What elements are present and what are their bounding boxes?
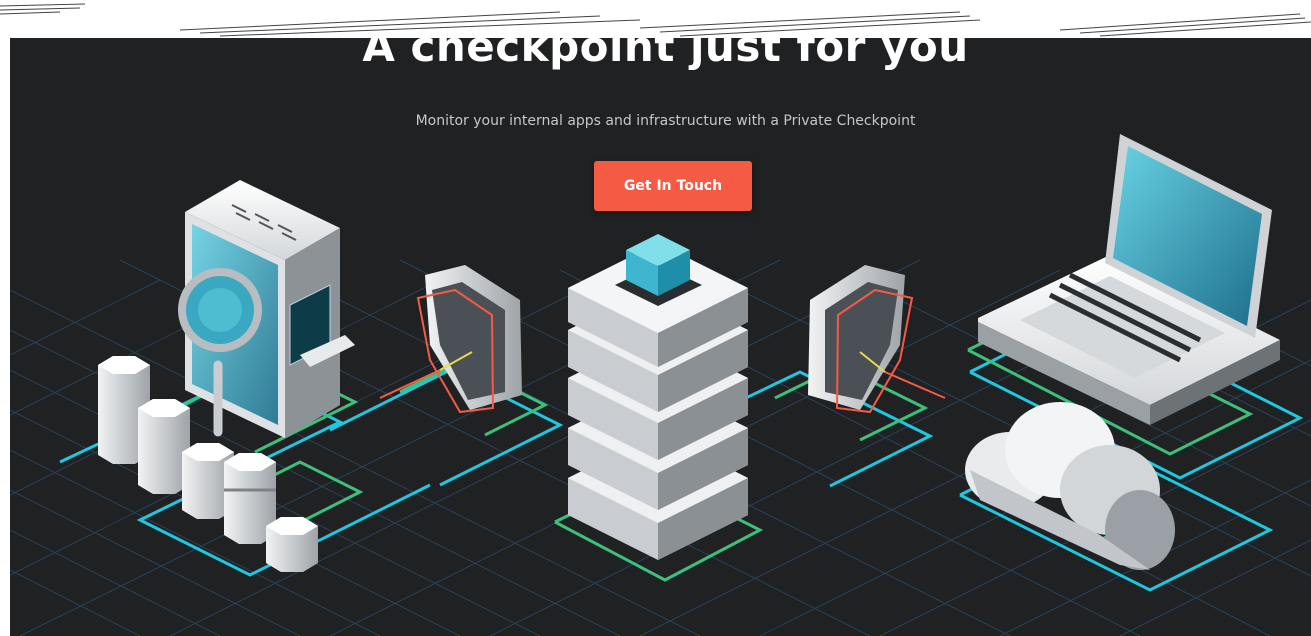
top-banner-strip [0,0,1311,38]
laptop-icon [978,134,1280,425]
get-in-touch-button[interactable]: Get In Touch [594,161,752,211]
cloud-icon [965,402,1175,570]
hero-section: A checkpoint just for you Monitor your i… [10,38,1311,636]
page-title: A checkpoint just for you [362,38,969,71]
page-subtitle: Monitor your internal apps and infrastru… [415,113,916,129]
scanline-decoration [0,3,1311,37]
database-stack-icon [568,234,748,560]
